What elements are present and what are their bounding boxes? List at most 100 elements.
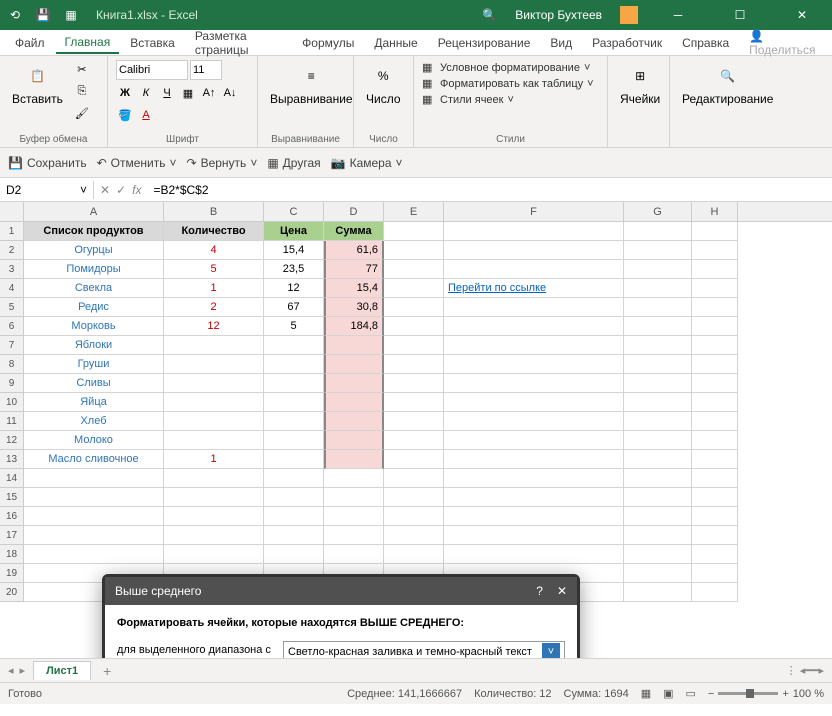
cell[interactable]: Редис [24,298,164,317]
cell[interactable] [324,336,384,355]
zoom-in-button[interactable]: + [782,688,788,700]
qat-redo-button[interactable]: ↷ Вернуть ˅ [187,156,258,170]
cell[interactable] [164,412,264,431]
cell[interactable] [164,393,264,412]
tab-nav-prev[interactable]: ◂ [8,664,14,677]
underline-button[interactable]: Ч [158,84,176,102]
cell[interactable] [24,488,164,507]
cell[interactable] [264,355,324,374]
cell[interactable] [384,507,444,526]
cell[interactable] [624,393,692,412]
cell[interactable] [264,526,324,545]
cell[interactable] [624,412,692,431]
menu-home[interactable]: Главная [56,32,120,54]
cell[interactable] [264,374,324,393]
cell[interactable] [324,526,384,545]
cell[interactable]: Перейти по ссылке [444,279,624,298]
cell[interactable] [264,488,324,507]
cell[interactable]: 15,4 [264,241,324,260]
menu-view[interactable]: Вид [541,33,581,53]
name-box[interactable]: D2˅ [0,181,94,199]
cell[interactable]: Молоко [24,431,164,450]
row-header[interactable]: 5 [0,298,24,317]
cell[interactable]: Свекла [24,279,164,298]
cell[interactable]: Список продуктов [24,222,164,241]
cell[interactable] [444,336,624,355]
cell[interactable] [384,279,444,298]
menu-help[interactable]: Справка [673,33,738,53]
copy-icon[interactable]: ⎘ [73,82,91,100]
cell[interactable] [692,545,738,564]
sheet-tab[interactable]: Лист1 [33,661,91,680]
border-button[interactable]: ▦ [179,84,197,102]
minimize-button[interactable]: ─ [656,0,700,30]
cell[interactable] [164,526,264,545]
cell[interactable] [384,412,444,431]
cell[interactable] [384,374,444,393]
cell[interactable] [444,374,624,393]
cell[interactable] [692,507,738,526]
cell[interactable] [164,488,264,507]
chevron-down-icon[interactable]: ˅ [80,183,87,197]
cell[interactable]: 15,4 [324,279,384,298]
cell[interactable] [384,222,444,241]
cell[interactable] [264,412,324,431]
fx-icon[interactable]: fx [132,183,141,197]
cell[interactable] [264,545,324,564]
menu-review[interactable]: Рецензирование [429,33,540,53]
row-header[interactable]: 2 [0,241,24,260]
cell[interactable] [624,564,692,583]
dialog-close-button[interactable]: ✕ [557,584,567,598]
cell[interactable] [24,469,164,488]
col-header[interactable]: C [264,202,324,221]
conditional-format-button[interactable]: ▦Условное форматирование ˅ [422,60,599,76]
cell[interactable]: Цена [264,222,324,241]
cell[interactable] [384,488,444,507]
row-header[interactable]: 18 [0,545,24,564]
font-size-combo[interactable] [190,60,222,80]
cell[interactable] [692,317,738,336]
share-button[interactable]: 👤 Поделиться [740,26,826,60]
qat-undo-button[interactable]: ↶ Отменить ˅ [97,156,177,170]
row-header[interactable]: 7 [0,336,24,355]
paste-button[interactable]: 📋 Вставить [8,60,67,108]
cell[interactable] [324,412,384,431]
cell[interactable] [324,355,384,374]
cell[interactable] [24,526,164,545]
cell[interactable] [444,431,624,450]
avatar[interactable] [620,6,638,24]
row-header[interactable]: 13 [0,450,24,469]
cell[interactable] [692,393,738,412]
cell[interactable] [692,431,738,450]
cell[interactable]: Сумма [324,222,384,241]
cell[interactable]: 5 [264,317,324,336]
menu-file[interactable]: Файл [6,33,54,53]
row-header[interactable]: 9 [0,374,24,393]
cell[interactable]: Яблоки [24,336,164,355]
cell[interactable] [692,526,738,545]
cell[interactable]: Сливы [24,374,164,393]
cut-icon[interactable]: ✂ [73,60,91,78]
cell[interactable] [624,450,692,469]
menu-page-layout[interactable]: Разметка страницы [186,26,291,60]
cell[interactable] [692,298,738,317]
col-header[interactable]: H [692,202,738,221]
cell[interactable] [324,374,384,393]
select-all-corner[interactable] [0,202,24,221]
fill-color-button[interactable]: 🪣 [116,106,134,124]
cell[interactable] [624,222,692,241]
cell[interactable] [324,507,384,526]
cell[interactable]: 184,8 [324,317,384,336]
cell[interactable]: Количество [164,222,264,241]
cell[interactable] [324,469,384,488]
col-header[interactable]: A [24,202,164,221]
cell[interactable] [384,526,444,545]
cell[interactable] [624,355,692,374]
cell[interactable] [624,260,692,279]
menu-formulas[interactable]: Формулы [293,33,363,53]
cell[interactable] [164,469,264,488]
cell[interactable] [384,450,444,469]
cell[interactable] [692,469,738,488]
editing-button[interactable]: 🔍Редактирование [678,60,777,108]
row-header[interactable]: 12 [0,431,24,450]
